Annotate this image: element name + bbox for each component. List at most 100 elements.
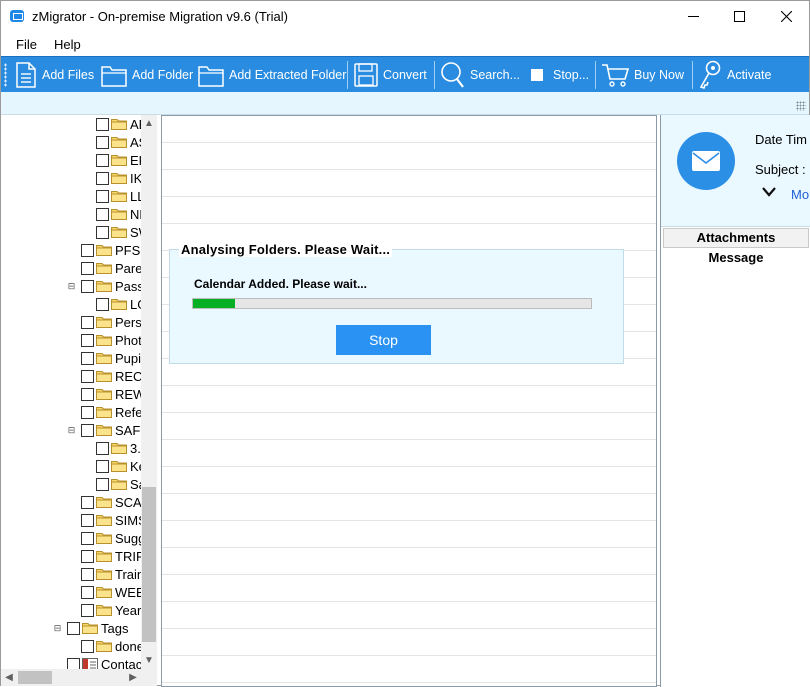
tree-item[interactable]: ⊟ SAFEC — [68, 421, 141, 439]
add-files-button[interactable]: Add Files — [15, 57, 94, 93]
folder-icon — [96, 568, 112, 580]
add-extracted-folder-button[interactable]: Add Extracted Folder — [198, 57, 346, 93]
tree-item[interactable]: SCA — [81, 493, 141, 511]
tree-item-checkbox[interactable] — [96, 117, 109, 131]
tree-item-checkbox[interactable] — [81, 567, 94, 581]
tree-item-checkbox[interactable] — [96, 297, 109, 311]
tree-item[interactable]: ABI — [96, 115, 141, 133]
scroll-thumb-horizontal[interactable] — [18, 671, 52, 684]
tree-item[interactable]: done — [81, 637, 141, 655]
chevron-down-icon[interactable] — [761, 186, 777, 198]
tree-item-checkbox[interactable] — [81, 495, 94, 509]
tree-item-checkbox[interactable] — [67, 621, 80, 635]
tree-horizontal-scrollbar[interactable]: ◀ ▶ — [1, 669, 157, 686]
tree-item[interactable]: Persor — [81, 313, 141, 331]
stop-button[interactable]: Stop — [336, 325, 431, 355]
scroll-right-icon[interactable]: ▶ — [125, 669, 141, 686]
collapse-icon[interactable]: ⊟ — [53, 623, 62, 633]
tree-item[interactable]: LGF — [96, 295, 141, 313]
tree-item[interactable]: PFS — [81, 241, 140, 259]
tree-item[interactable]: Refere — [81, 403, 141, 421]
tree-item[interactable]: Parent — [81, 259, 141, 277]
resize-grip-icon[interactable] — [796, 101, 806, 111]
scroll-down-icon[interactable]: ▼ — [141, 652, 157, 669]
buy-now-button[interactable]: Buy Now — [601, 57, 684, 93]
tree-item-checkbox[interactable] — [81, 639, 94, 653]
tree-item-checkbox[interactable] — [81, 405, 94, 419]
tree-item[interactable]: Pupil P — [81, 349, 141, 367]
tree-item[interactable]: Kee — [96, 457, 141, 475]
tree-item[interactable]: Trainin — [81, 565, 141, 583]
minimize-button[interactable] — [670, 1, 716, 32]
tree-item-checkbox[interactable] — [96, 153, 109, 167]
tree-item[interactable]: AST — [96, 133, 141, 151]
tree-item-checkbox[interactable] — [81, 369, 94, 383]
tree-item[interactable]: RECEI — [81, 367, 141, 385]
tree-item-checkbox[interactable] — [96, 207, 109, 221]
tree-item[interactable]: Year b — [81, 601, 141, 619]
stop-toolbar-button[interactable]: Stop... — [530, 57, 589, 93]
tree-item-checkbox[interactable] — [96, 135, 109, 149]
add-folder-button[interactable]: Add Folder — [101, 57, 193, 93]
tree-item-checkbox[interactable] — [96, 225, 109, 239]
tree-item-checkbox[interactable] — [81, 279, 94, 293]
tree-item-checkbox[interactable] — [96, 171, 109, 185]
toolbar-separator — [595, 61, 596, 89]
tree-item-checkbox[interactable] — [81, 549, 94, 563]
tree-item-checkbox[interactable] — [96, 441, 109, 455]
tree-item-checkbox[interactable] — [96, 477, 109, 491]
tree-item-label: Pupil P — [115, 350, 141, 366]
tree-item[interactable]: ⊟ Passw — [68, 277, 141, 295]
convert-button[interactable]: Convert — [354, 57, 427, 93]
tree-item[interactable]: Safe — [96, 475, 141, 493]
tree-item[interactable]: Contacts — [67, 655, 141, 669]
tree-item-checkbox[interactable] — [81, 585, 94, 599]
tree-item-checkbox[interactable] — [81, 603, 94, 617]
tree-item-checkbox[interactable] — [96, 459, 109, 473]
tree-item[interactable]: EKE — [96, 151, 141, 169]
tree-item[interactable]: SWE — [96, 223, 141, 241]
menu-help[interactable]: Help — [54, 37, 81, 52]
title-bar: zMigrator - On-premise Migration v9.6 (T… — [1, 1, 809, 32]
tree-item[interactable]: SIMS — [81, 511, 141, 529]
maximize-button[interactable] — [716, 1, 762, 32]
tree-item[interactable]: WEBS — [81, 583, 141, 601]
tree-item[interactable]: NRC — [96, 205, 141, 223]
scroll-thumb[interactable] — [142, 487, 156, 642]
close-button[interactable] — [763, 1, 809, 32]
tree-item[interactable]: REWA — [81, 385, 141, 403]
tree-item-checkbox[interactable] — [81, 423, 94, 437]
attachments-header[interactable]: Attachments — [663, 228, 809, 248]
tree-item-checkbox[interactable] — [81, 351, 94, 365]
search-label: Search... — [470, 68, 521, 82]
tree-item-checkbox[interactable] — [81, 387, 94, 401]
tree-item[interactable]: Photog — [81, 331, 141, 349]
toolbar-grip[interactable] — [4, 63, 7, 87]
collapse-icon[interactable]: ⊟ — [67, 281, 76, 291]
tree-item-label: NRC — [130, 206, 141, 222]
tree-item-checkbox[interactable] — [81, 531, 94, 545]
scroll-up-icon[interactable]: ▲ — [141, 115, 157, 132]
tree-item[interactable]: Sugge — [81, 529, 141, 547]
tree-item-checkbox[interactable] — [81, 261, 94, 275]
tree-item-checkbox[interactable] — [96, 189, 109, 203]
tree-item[interactable]: IKE — [96, 169, 141, 187]
activate-button[interactable]: Activate — [698, 57, 771, 93]
tree-item[interactable]: 3.11 — [96, 439, 141, 457]
tree-item[interactable]: ⊟ Tags — [54, 619, 129, 637]
more-link[interactable]: Mo — [791, 187, 809, 202]
collapse-icon[interactable]: ⊟ — [67, 425, 76, 435]
tree-item[interactable]: LLO — [96, 187, 141, 205]
tree-item-checkbox[interactable] — [81, 513, 94, 527]
tree-item-checkbox[interactable] — [67, 657, 80, 669]
menu-file[interactable]: File — [16, 37, 37, 52]
tree-item[interactable]: TRIPS — [81, 547, 141, 565]
scroll-left-icon[interactable]: ◀ — [1, 669, 17, 686]
tree-vertical-scrollbar[interactable]: ▲ ▼ — [141, 115, 157, 669]
tree-item-checkbox[interactable] — [81, 333, 94, 347]
folder-icon — [96, 388, 112, 400]
tree-item-checkbox[interactable] — [81, 243, 94, 257]
search-button[interactable]: Search... — [439, 57, 520, 93]
tree-item-checkbox[interactable] — [81, 315, 94, 329]
folder-icon — [96, 262, 112, 274]
